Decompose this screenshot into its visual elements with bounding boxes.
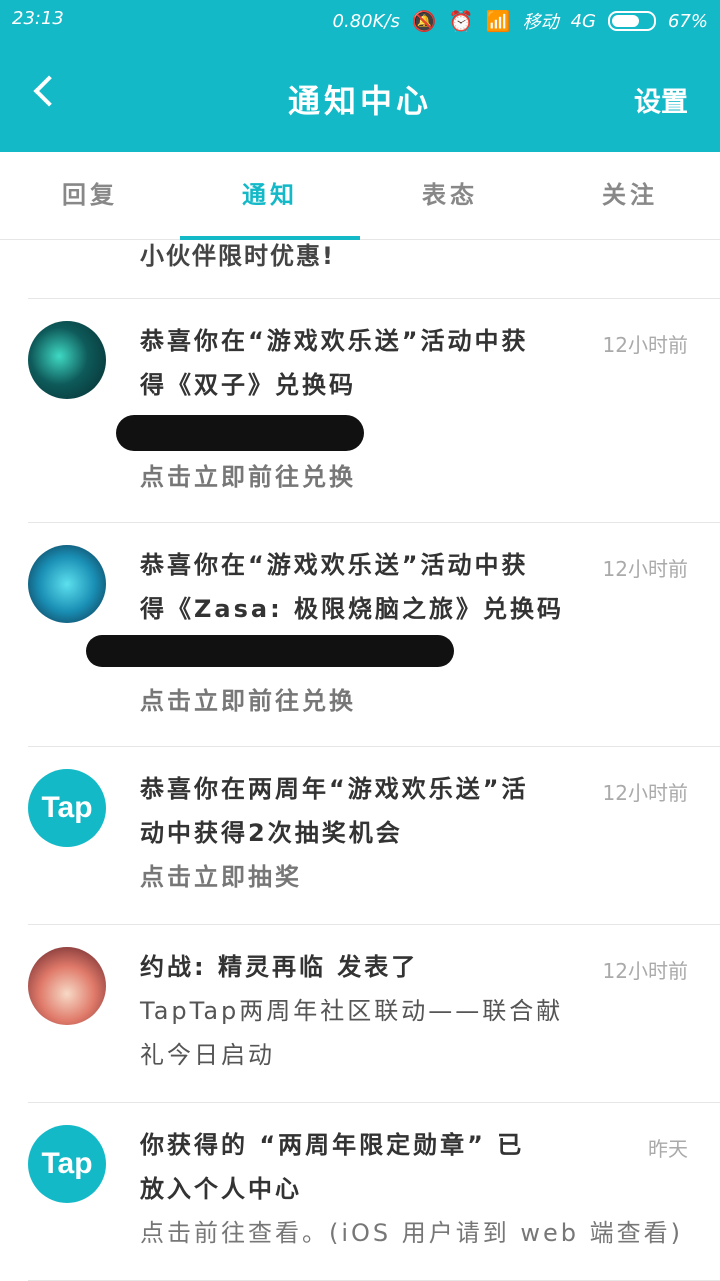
list-item[interactable]: 恭喜你在“游戏欢乐送”活动中获 得《Zasa: 极限烧脑之旅》兑换码 点击立即前…: [28, 523, 720, 747]
notification-list: 小伙伴限时优惠! 恭喜你在“游戏欢乐送”活动中获 得《双子》兑换码 点击立即前往…: [0, 241, 720, 1281]
message-line: 恭喜你在两周年“游戏欢乐送”活: [140, 775, 529, 803]
battery-percent: 67%: [667, 10, 708, 32]
alarm-icon: ⏰: [448, 9, 474, 33]
settings-button[interactable]: 设置: [634, 80, 688, 119]
action-link[interactable]: 点击立即抽奖: [140, 855, 580, 899]
message-line: 约战: 精灵再临 发表了: [140, 953, 419, 981]
list-item[interactable]: 恭喜你在“游戏欢乐送”活动中获 得《双子》兑换码 点击立即前往兑换 12小时前: [28, 299, 720, 523]
message-line: 得《双子》兑换码: [140, 371, 356, 399]
message-line: 恭喜你在“游戏欢乐送”活动中获: [140, 327, 529, 355]
gemini-game-avatar: [28, 321, 106, 399]
message-line: 得《Zasa: 极限烧脑之旅》兑换码: [140, 595, 565, 623]
tab-reactions[interactable]: 表态: [360, 152, 540, 239]
timestamp: 12小时前: [602, 959, 688, 983]
list-item[interactable]: 约战: 精灵再临 发表了 TapTap两周年社区联动——联合献 礼今日启动 12…: [28, 925, 720, 1103]
wifi-icon: 📶: [485, 9, 511, 33]
list-item[interactable]: Tap 恭喜你在两周年“游戏欢乐送”活 动中获得2次抽奖机会 点击立即抽奖 12…: [28, 747, 720, 925]
cube-game-avatar: [28, 545, 106, 623]
message-line: 放入个人中心: [140, 1175, 302, 1203]
action-link[interactable]: 点击立即前往兑换: [140, 455, 580, 499]
message-line: 动中获得2次抽奖机会: [140, 819, 403, 847]
timestamp: 12小时前: [602, 333, 688, 357]
tab-follows[interactable]: 关注: [540, 152, 720, 239]
post-title: 礼今日启动: [140, 1041, 275, 1069]
anime-user-avatar: [28, 947, 106, 1025]
message-line: 你获得的 “两周年限定勋章” 已: [140, 1131, 525, 1159]
list-item[interactable]: Tap 你获得的 “两周年限定勋章” 已 放入个人中心 点击前往查看。(iOS …: [28, 1103, 720, 1281]
network-type: 4G: [570, 10, 596, 32]
tap-logo-avatar: Tap: [28, 1125, 106, 1203]
message-line: 恭喜你在“游戏欢乐送”活动中获: [140, 551, 529, 579]
tab-notifications[interactable]: 通知: [180, 152, 360, 240]
action-link[interactable]: 点击前往查看。(iOS 用户请到 web 端查看): [140, 1211, 696, 1255]
status-time: 23:13: [12, 8, 64, 29]
partial-notification[interactable]: 小伙伴限时优惠!: [28, 241, 720, 299]
tab-bar: 回复 通知 表态 关注: [0, 152, 720, 240]
network-speed: 0.80K/s: [332, 10, 400, 32]
tab-replies[interactable]: 回复: [0, 152, 180, 239]
page-title: 通知中心: [287, 82, 432, 120]
header: 23:13 0.80K/s 🔕 ⏰ 📶 移动 4G 67% 通知中心 设置: [0, 0, 720, 152]
redaction-mark: [86, 635, 454, 667]
post-title: TapTap两周年社区联动——联合献: [140, 997, 564, 1025]
timestamp: 12小时前: [602, 781, 688, 805]
action-link[interactable]: 点击立即前往兑换: [140, 679, 580, 723]
status-bar: 23:13 0.80K/s 🔕 ⏰ 📶 移动 4G 67%: [0, 0, 720, 40]
tap-logo-avatar: Tap: [28, 769, 106, 847]
partial-text: 小伙伴限时优惠!: [140, 242, 335, 270]
redaction-mark: [116, 415, 364, 451]
timestamp: 昨天: [648, 1137, 688, 1161]
mute-icon: 🔕: [411, 9, 437, 33]
carrier-label: 移动: [522, 12, 559, 33]
battery-icon: [607, 11, 656, 31]
timestamp: 12小时前: [602, 557, 688, 581]
